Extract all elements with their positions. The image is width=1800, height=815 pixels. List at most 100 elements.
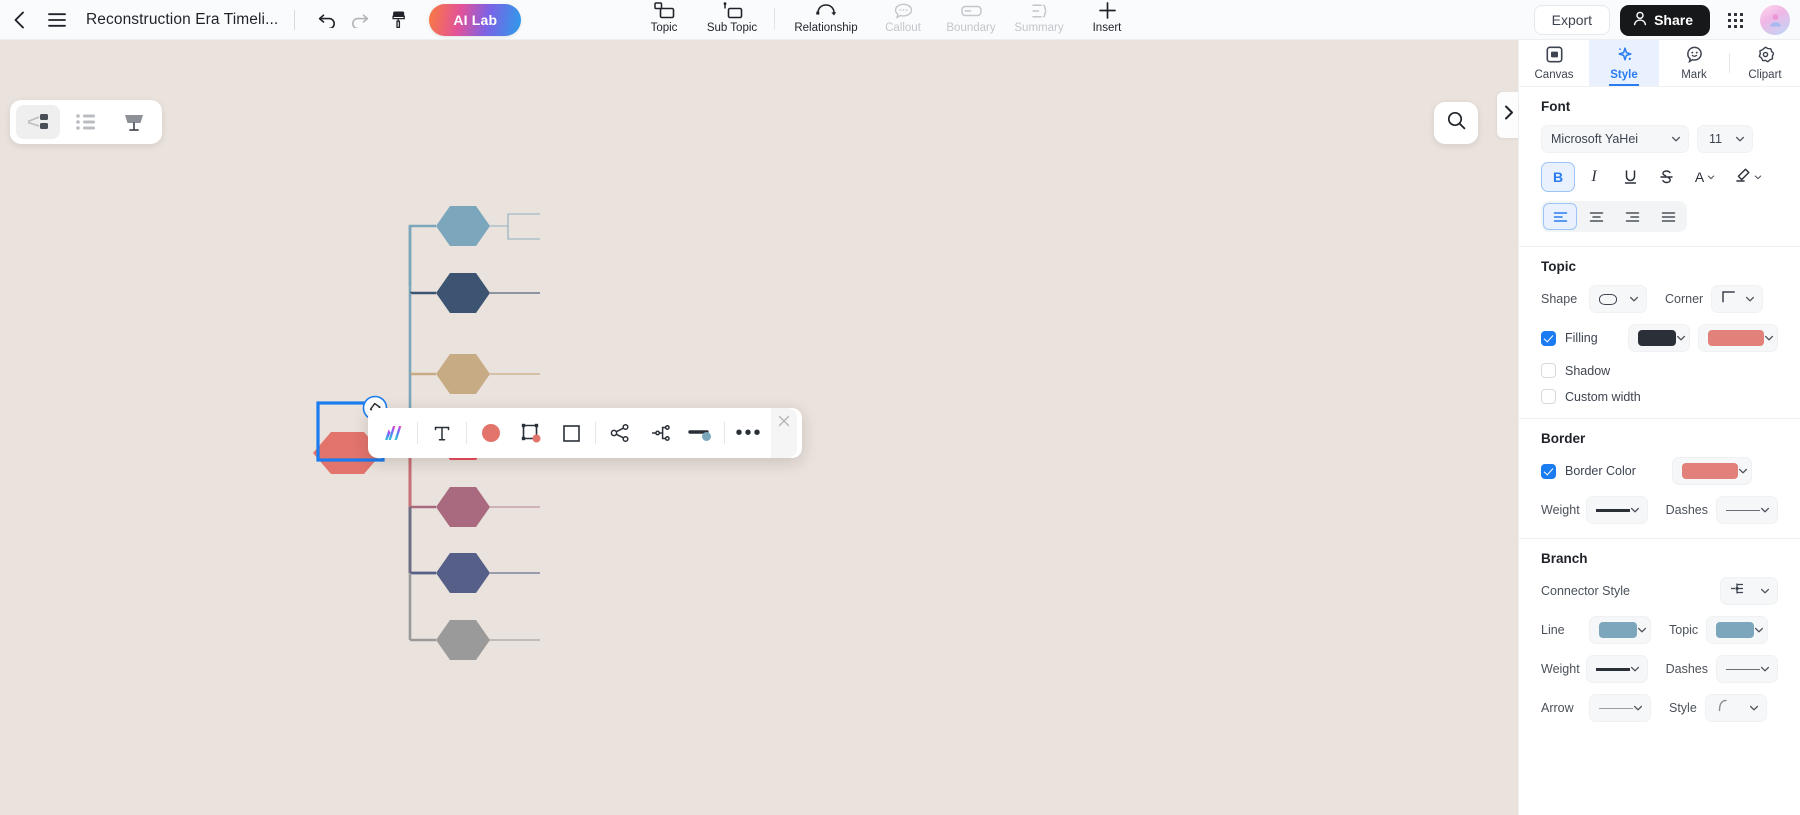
text-tool-icon[interactable] [422, 413, 462, 453]
align-center-icon[interactable] [1579, 203, 1613, 230]
export-button[interactable]: Export [1533, 5, 1611, 35]
bold-button[interactable]: B [1541, 162, 1575, 192]
tab-canvas[interactable]: Canvas [1519, 40, 1589, 86]
align-right-icon[interactable] [1615, 203, 1649, 230]
tool-boundary[interactable]: Boundary [937, 0, 1005, 40]
branch-line-color-select[interactable] [1589, 616, 1651, 644]
ai-lab-button[interactable]: AI Lab [429, 3, 522, 36]
align-left-icon[interactable] [1543, 203, 1577, 230]
filling-label: Filling [1565, 331, 1598, 345]
border-weight-select[interactable] [1585, 496, 1648, 524]
redo-icon[interactable] [343, 4, 375, 36]
branch-layout-icon[interactable] [640, 413, 680, 453]
view-mode-mindmap[interactable] [16, 105, 60, 139]
apps-grid-icon[interactable] [1720, 5, 1750, 35]
branch-node-1[interactable] [436, 206, 490, 246]
filling-checkbox[interactable] [1541, 330, 1556, 346]
border-shape-icon[interactable] [551, 413, 591, 453]
mindmap-canvas[interactable]: ••• [0, 40, 1518, 815]
text-color-button[interactable]: A [1685, 162, 1725, 192]
branch-weight-select[interactable] [1585, 655, 1648, 683]
rounded-hexagon-shape-icon [1599, 293, 1617, 305]
shadow-checkbox[interactable] [1541, 363, 1556, 378]
more-options-icon[interactable]: ••• [729, 413, 769, 453]
tool-callout[interactable]: Callout [869, 0, 937, 40]
chevron-down-icon [1760, 507, 1770, 513]
tab-style[interactable]: Style [1589, 40, 1659, 86]
curved-style-icon [1715, 699, 1731, 717]
connector-style-label: Connector Style [1541, 584, 1630, 598]
chevron-down-icon [1755, 627, 1764, 633]
branch-node-3[interactable] [436, 354, 490, 394]
tool-label: Callout [885, 22, 921, 34]
custom-width-checkbox[interactable] [1541, 389, 1556, 404]
branch-node-5[interactable] [436, 487, 490, 527]
branch-node-6[interactable] [436, 553, 490, 593]
ai-lab-label: AI Lab [453, 11, 498, 28]
underline-button[interactable] [1613, 162, 1647, 192]
border-color-select[interactable] [1671, 457, 1752, 485]
font-size-value: 11 [1709, 132, 1722, 146]
solid-line-sample [1726, 668, 1760, 670]
undo-icon[interactable] [311, 4, 343, 36]
share-node-icon[interactable] [600, 413, 640, 453]
branch-arrow-select[interactable] [1589, 694, 1651, 722]
strikethrough-button[interactable] [1649, 162, 1683, 192]
export-label: Export [1551, 12, 1593, 28]
shadow-label: Shadow [1565, 363, 1611, 378]
chevron-down-icon [1629, 296, 1639, 302]
view-mode-outline[interactable] [64, 105, 108, 139]
chevron-down-icon [1633, 705, 1643, 711]
shape-tool-icon[interactable] [511, 413, 551, 453]
callout-bubble-icon [894, 1, 913, 20]
shape-select[interactable] [1589, 285, 1647, 313]
panel-expand-toggle[interactable] [1497, 92, 1518, 138]
tab-clipart[interactable]: Clipart [1730, 40, 1800, 86]
italic-button[interactable]: I [1577, 162, 1611, 192]
format-painter-icon[interactable] [383, 4, 415, 36]
border-color-swatch [1681, 463, 1738, 479]
branch-node-7[interactable] [436, 620, 490, 660]
section-topic: Topic Shape Corner Filling Shadow Custom… [1519, 247, 1800, 419]
document-title[interactable]: Reconstruction Era Timeli... [86, 11, 278, 29]
font-family-select[interactable]: Microsoft YaHei [1541, 125, 1689, 153]
font-size-select[interactable]: 11 [1697, 125, 1753, 153]
close-icon[interactable] [771, 408, 797, 458]
branch-dashes-select[interactable] [1716, 655, 1778, 683]
highlight-button[interactable] [1727, 162, 1769, 192]
border-color-checkbox[interactable] [1541, 463, 1556, 479]
align-justify-icon[interactable] [1651, 203, 1685, 230]
search-button[interactable] [1434, 102, 1478, 144]
sub-topic-icon [722, 1, 743, 20]
tool-summary[interactable]: Summary [1005, 0, 1073, 40]
corner-select[interactable] [1711, 285, 1764, 313]
branch-topic-color-select[interactable] [1706, 616, 1769, 644]
border-dashes-select[interactable] [1716, 496, 1778, 524]
filling-text-color-select[interactable] [1628, 324, 1690, 352]
tool-relationship[interactable]: Relationship [783, 0, 869, 40]
plus-icon [1098, 1, 1117, 20]
text-align-group [1541, 201, 1687, 232]
summary-brace-icon [1030, 1, 1049, 20]
share-button[interactable]: Share [1620, 4, 1710, 36]
filling-fill-color-select[interactable] [1698, 324, 1778, 352]
back-button[interactable] [6, 3, 32, 37]
avatar[interactable] [1760, 5, 1790, 35]
fill-color-icon[interactable] [471, 413, 511, 453]
tool-topic[interactable]: Topic [630, 0, 698, 40]
panel-content: Font Microsoft YaHei 11 B I A Topic Shap… [1519, 87, 1800, 815]
ai-magic-icon[interactable] [373, 413, 413, 453]
connector-style-select[interactable] [1720, 577, 1778, 605]
view-mode-presentation[interactable] [112, 105, 156, 139]
branch-style-select[interactable] [1704, 694, 1767, 722]
hamburger-menu-icon[interactable] [40, 3, 74, 37]
tab-mark[interactable]: Mark [1659, 40, 1729, 86]
node-context-toolbar: ••• [368, 408, 802, 458]
branch-node-2[interactable] [436, 273, 490, 313]
line-style-icon[interactable] [680, 413, 720, 453]
tool-insert[interactable]: Insert [1073, 0, 1141, 40]
tool-sub-topic[interactable]: Sub Topic [698, 0, 766, 40]
border-color-label: Border Color [1565, 464, 1636, 478]
chevron-down-icon [1735, 136, 1745, 142]
tool-label: Sub Topic [706, 22, 758, 34]
